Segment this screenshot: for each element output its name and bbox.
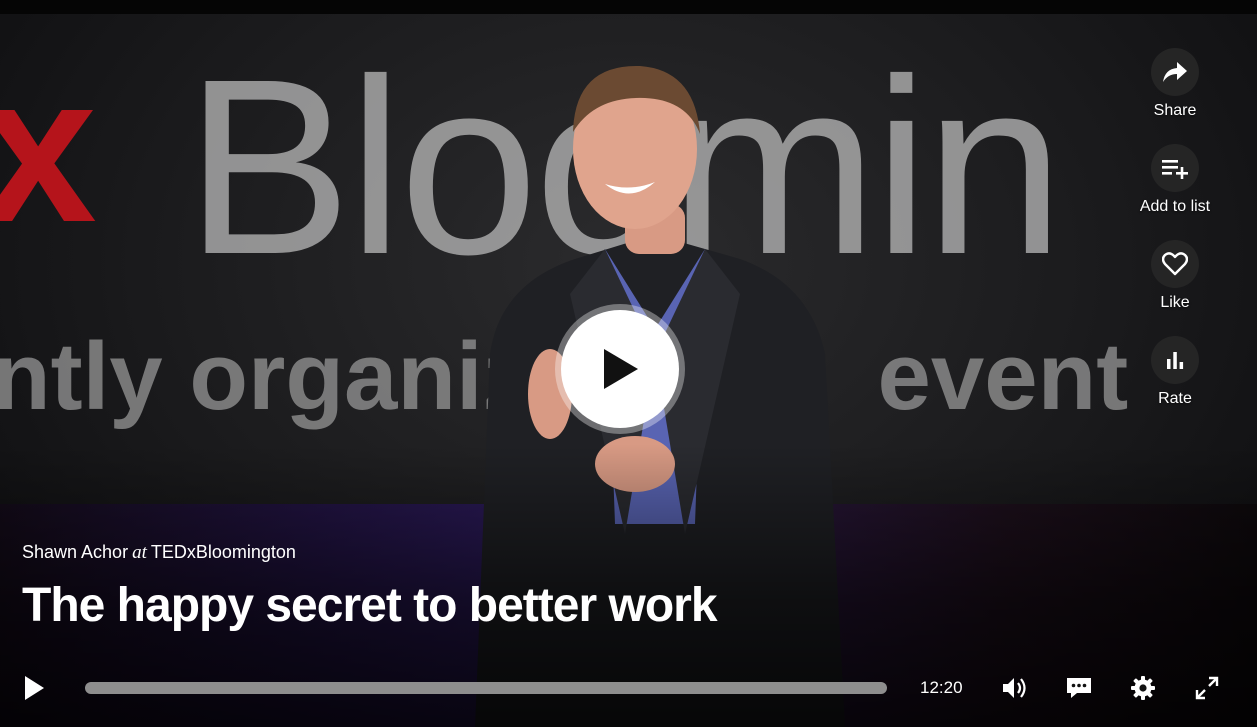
fullscreen-icon [1195,676,1219,700]
share-label: Share [1153,102,1197,119]
play-icon [25,676,44,700]
volume-icon [1003,678,1026,698]
add-to-list-button[interactable]: Add to list [1125,144,1225,240]
at-text: at [132,542,147,563]
duration-text: 12:20 [920,678,963,697]
speaker-name: Shawn Achor [22,542,129,562]
top-bar [0,0,1257,14]
progress-bar[interactable] [85,682,887,694]
bar-chart-icon [1151,336,1199,384]
share-icon [1151,48,1199,96]
add-to-list-label: Add to list [1139,198,1211,215]
play-button[interactable] [18,672,50,704]
settings-button[interactable] [1127,672,1159,704]
heart-icon [1151,240,1199,288]
event-name: TEDxBloomington [150,542,296,562]
volume-button[interactable] [998,672,1032,704]
subtitles-icon [1067,678,1091,698]
like-label: Like [1160,294,1190,311]
fullscreen-button[interactable] [1191,672,1223,704]
subtitles-button[interactable] [1062,672,1096,704]
side-actions: Share Add to list Like Rate [1125,48,1225,432]
talk-title: The happy secret to better work [22,579,718,632]
rate-label: Rate [1158,390,1192,407]
add-to-list-icon [1151,144,1199,192]
play-icon [561,310,679,428]
player-controls: 12:20 [0,660,1257,716]
big-play-button[interactable] [555,304,685,434]
backdrop-brand-text: x [0,31,97,266]
talk-byline: Shawn Achor at TEDxBloomington [22,542,296,564]
like-button[interactable]: Like [1125,240,1225,336]
rate-button[interactable]: Rate [1125,336,1225,432]
share-button[interactable]: Share [1125,48,1225,144]
settings-icon [1131,676,1155,700]
